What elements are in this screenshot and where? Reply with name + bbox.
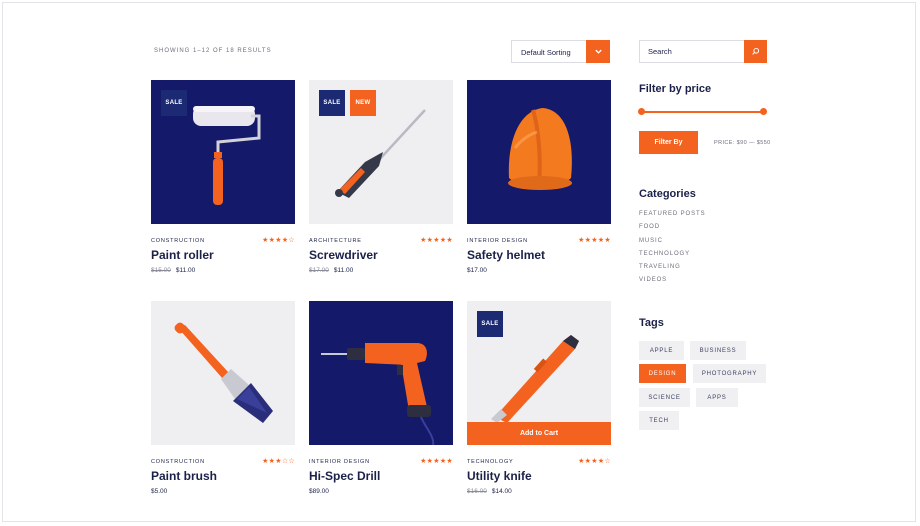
category-link[interactable]: FOOD [639, 224, 706, 237]
product-image[interactable] [309, 301, 453, 445]
tag-apple[interactable]: APPLE [639, 341, 684, 360]
current-price: $89.00 [309, 488, 329, 495]
search-icon[interactable] [744, 40, 767, 63]
tag-science[interactable]: SCIENCE [639, 388, 690, 407]
rating-stars: ★★★★★ [420, 237, 453, 244]
old-price: $16.00 [467, 488, 487, 495]
tag-business[interactable]: BUSINESS [690, 341, 746, 360]
product-price: $15.00 $11.00 [151, 267, 195, 274]
product-category[interactable]: CONSTRUCTION [151, 238, 205, 244]
rating-stars: ★★★☆☆ [262, 458, 295, 465]
category-link[interactable]: MUSIC [639, 238, 706, 251]
product-price: $17.00 [467, 267, 487, 274]
price-slider-track[interactable] [641, 111, 763, 113]
sale-badge: SALE [319, 90, 345, 116]
categories-title: Categories [639, 188, 696, 200]
sale-badge: SALE [161, 90, 187, 116]
filter-button[interactable]: Filter By [639, 131, 698, 154]
old-price: $15.00 [151, 267, 171, 274]
product-title[interactable]: Safety helmet [467, 248, 545, 262]
product-image[interactable] [151, 301, 295, 445]
sort-selected-label: Default Sorting [521, 48, 571, 57]
product-title[interactable]: Hi-Spec Drill [309, 469, 380, 483]
tag-tech[interactable]: TECH [639, 411, 679, 430]
power-drill-image [321, 343, 435, 445]
product-category[interactable]: INTERIOR DESIGN [309, 459, 370, 465]
product-title[interactable]: Screwdriver [309, 248, 378, 262]
sale-badge: SALE [477, 311, 503, 337]
product-image[interactable]: SALE Add to Cart [467, 301, 611, 445]
category-list: FEATURED POSTS FOOD MUSIC TECHNOLOGY TRA… [639, 211, 706, 291]
new-badge: NEW [350, 90, 376, 116]
category-link[interactable]: TECHNOLOGY [639, 251, 706, 264]
price-slider-max-handle[interactable] [760, 108, 767, 115]
price-slider-min-handle[interactable] [638, 108, 645, 115]
category-link[interactable]: TRAVELING [639, 264, 706, 277]
product-title[interactable]: Utility knife [467, 469, 532, 483]
product-image[interactable] [467, 80, 611, 224]
product-price: $89.00 [309, 488, 329, 495]
page-frame [2, 2, 916, 522]
paint-brush-image [174, 322, 273, 423]
current-price: $11.00 [175, 267, 196, 274]
category-link[interactable]: VIDEOS [639, 277, 706, 290]
sort-select[interactable]: Default Sorting [511, 40, 610, 63]
current-price: $14.00 [491, 488, 512, 495]
product-image[interactable]: SALE [151, 80, 295, 224]
product-title[interactable]: Paint roller [151, 248, 214, 262]
product-title[interactable]: Paint brush [151, 469, 217, 483]
rating-stars: ★★★★★ [420, 458, 453, 465]
current-price: $5.00 [151, 488, 168, 495]
rating-stars: ★★★★☆ [262, 237, 295, 244]
safety-helmet-image [508, 108, 572, 190]
tags-title: Tags [639, 317, 664, 329]
price-range-text: PRICE: $90 — $550 [714, 140, 771, 146]
product-category[interactable]: ARCHITECTURE [309, 238, 362, 244]
tag-photography[interactable]: PHOTOGRAPHY [693, 364, 766, 383]
add-to-cart-button[interactable]: Add to Cart [467, 422, 611, 445]
product-image[interactable]: SALE NEW [309, 80, 453, 224]
product-price: $17.00 $11.00 [309, 267, 353, 274]
search-box [639, 40, 767, 63]
category-link[interactable]: FEATURED POSTS [639, 211, 706, 224]
old-price: $17.00 [309, 267, 329, 274]
product-category[interactable]: INTERIOR DESIGN [467, 238, 528, 244]
product-category[interactable]: CONSTRUCTION [151, 459, 205, 465]
chevron-down-icon[interactable] [586, 40, 610, 63]
current-price: $11.00 [333, 267, 354, 274]
rating-stars: ★★★★★ [578, 237, 611, 244]
filter-title: Filter by price [639, 83, 712, 95]
current-price: $17.00 [467, 267, 487, 274]
results-count: SHOWING 1–12 OF 18 RESULTS [154, 48, 272, 54]
rating-stars: ★★★★☆ [578, 458, 611, 465]
product-price: $16.00 $14.00 [467, 488, 512, 495]
product-category[interactable]: TECHNOLOGY [467, 459, 514, 465]
tag-design[interactable]: DESIGN [639, 364, 686, 383]
search-input[interactable] [640, 41, 744, 62]
tag-apps[interactable]: APPS [696, 388, 738, 407]
product-price: $5.00 [151, 488, 167, 495]
